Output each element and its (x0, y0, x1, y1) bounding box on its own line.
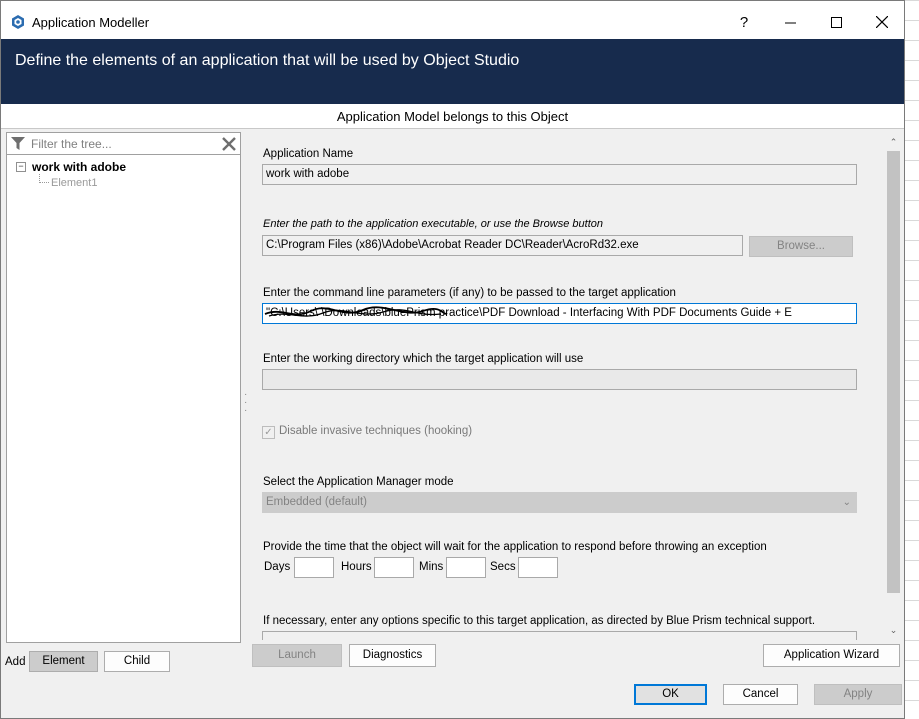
tree-child-node[interactable]: Element1 (51, 177, 97, 189)
app-name-field[interactable]: work with adobe (262, 164, 857, 185)
launch-button[interactable]: Launch (252, 644, 342, 667)
close-button[interactable] (859, 7, 905, 37)
browse-button[interactable]: Browse... (749, 236, 853, 257)
ok-button[interactable]: OK (634, 684, 707, 705)
app-name-label: Application Name (263, 148, 354, 160)
tree-filter-box (7, 133, 240, 155)
panel-splitter[interactable]: · · · (244, 390, 247, 417)
hours-input[interactable] (374, 557, 414, 578)
scrollbar-thumb[interactable] (887, 151, 900, 593)
disable-invasive-checkbox[interactable]: ✓ (262, 426, 275, 439)
exe-path-label: Enter the path to the application execut… (263, 218, 604, 230)
clear-filter-icon[interactable] (222, 137, 236, 151)
options-field[interactable] (262, 631, 857, 640)
help-button[interactable]: ? (721, 7, 767, 37)
scroll-up-icon[interactable]: ⌃ (888, 137, 899, 148)
tree-connector (40, 182, 49, 183)
maximize-button[interactable] (813, 7, 859, 37)
add-element-button[interactable]: Element (29, 651, 98, 672)
app-manager-mode-select[interactable]: Embedded (default) ⌄ (262, 492, 857, 513)
close-icon (876, 16, 888, 28)
disable-invasive-label: Disable invasive techniques (hooking) (279, 425, 473, 437)
add-label: Add (5, 656, 26, 668)
mins-label: Mins (419, 561, 444, 573)
filter-icon (11, 137, 25, 150)
tree-filter-input[interactable] (29, 135, 219, 153)
options-label: If necessary, enter any options specific… (263, 615, 816, 627)
application-modeller-window: Application Modeller ? Define the elemen… (0, 0, 905, 719)
app-manager-mode-label: Select the Application Manager mode (263, 476, 454, 488)
apply-button[interactable]: Apply (814, 684, 902, 705)
application-wizard-button[interactable]: Application Wizard (763, 644, 900, 667)
header-banner: Define the elements of an application th… (1, 39, 904, 104)
cancel-button[interactable]: Cancel (723, 684, 798, 705)
days-input[interactable] (294, 557, 334, 578)
tree-collapse-icon[interactable]: − (16, 162, 26, 172)
scroll-down-icon[interactable]: ⌄ (888, 625, 899, 636)
redaction-scribble (264, 306, 448, 317)
maximize-icon (830, 16, 842, 28)
workdir-label: Enter the working directory which the ta… (263, 353, 584, 365)
tree-root-node[interactable]: work with adobe (32, 160, 126, 174)
minimize-button[interactable] (767, 7, 813, 37)
diagnostics-button[interactable]: Diagnostics (349, 644, 436, 667)
add-child-button[interactable]: Child (104, 651, 170, 672)
minimize-icon (784, 22, 796, 23)
title-bar: Application Modeller ? (1, 1, 904, 39)
cmd-params-label: Enter the command line parameters (if an… (263, 287, 676, 299)
element-tree-panel: − work with adobe Element1 (6, 132, 241, 643)
mins-input[interactable] (446, 557, 486, 578)
exe-path-field[interactable]: C:\Program Files (x86)\Adobe\Acrobat Rea… (262, 235, 743, 256)
app-icon (12, 15, 24, 29)
chevron-down-icon: ⌄ (842, 497, 851, 508)
subheading: Application Model belongs to this Object (1, 104, 904, 129)
timeout-label: Provide the time that the object will wa… (263, 541, 767, 553)
form-scrollbar[interactable]: ⌃ ⌄ (885, 132, 902, 640)
workdir-field[interactable] (262, 369, 857, 390)
days-label: Days (264, 561, 291, 573)
secs-label: Secs (490, 561, 516, 573)
secs-input[interactable] (518, 557, 558, 578)
hours-label: Hours (341, 561, 372, 573)
banner-text: Define the elements of an application th… (15, 52, 520, 69)
window-title: Application Modeller (32, 15, 150, 30)
app-manager-mode-value: Embedded (default) (266, 496, 368, 508)
